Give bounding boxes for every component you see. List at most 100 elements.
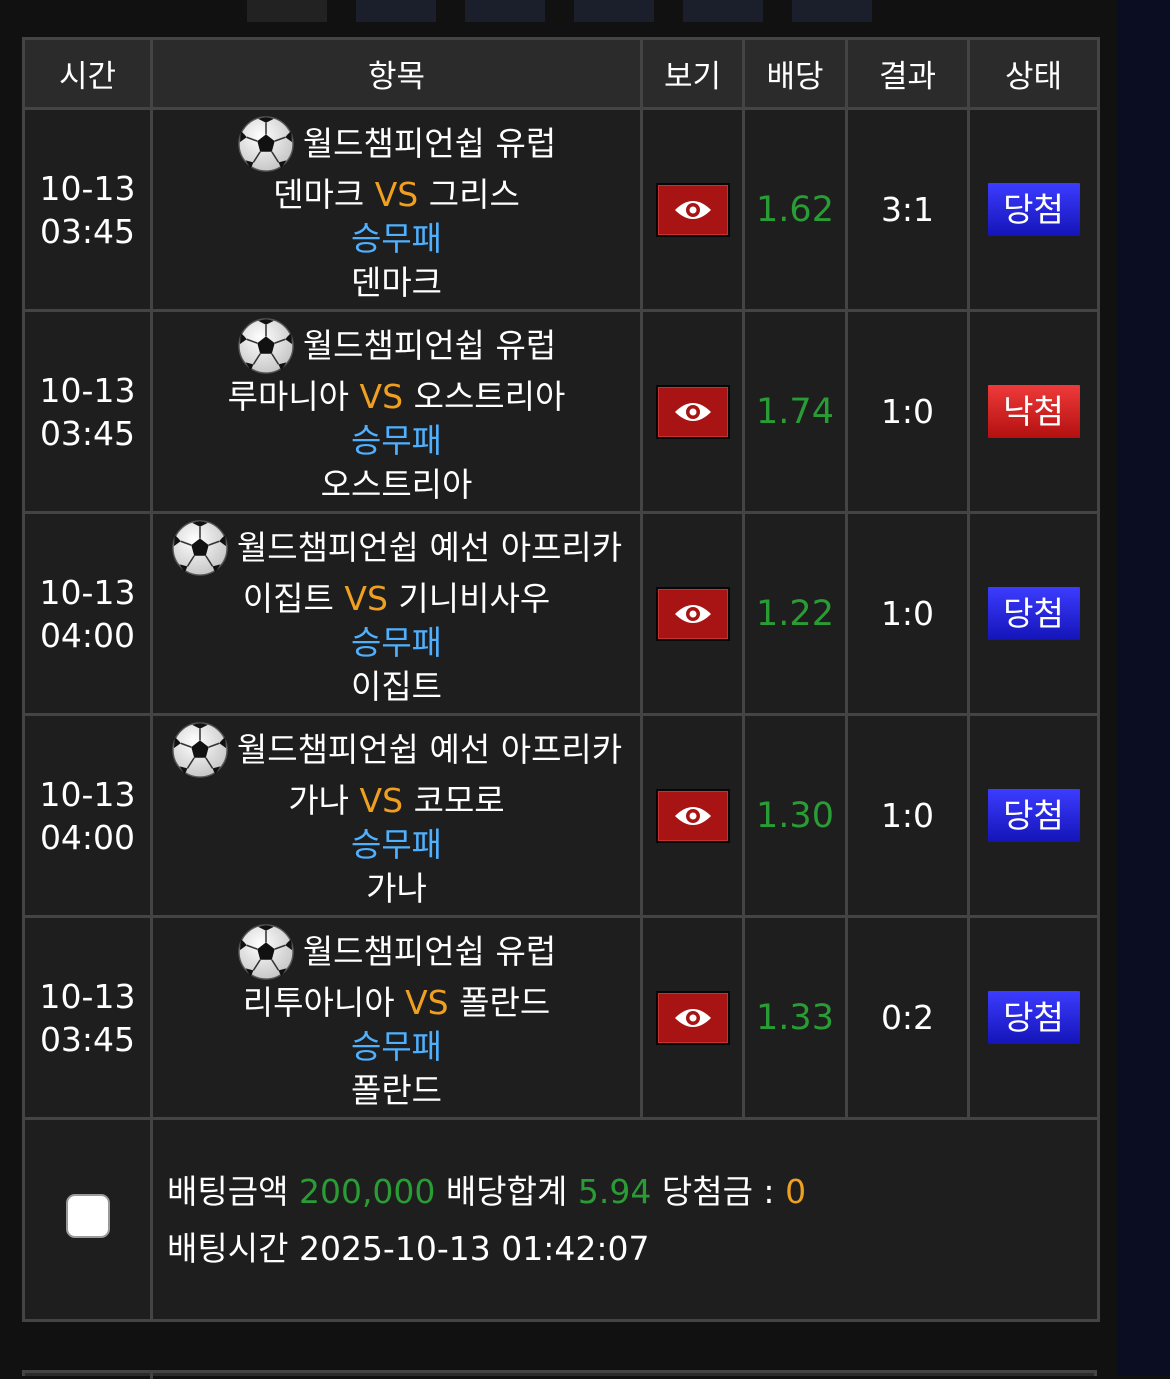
odds-value: 1.30: [756, 795, 834, 836]
match-result: 3:1: [880, 190, 935, 229]
vs-label: VS: [405, 982, 449, 1022]
view-button[interactable]: [655, 788, 730, 843]
selected-pick: 이집트: [350, 666, 443, 706]
market-type: 승무패: [350, 824, 443, 864]
home-team: 덴마크: [273, 174, 365, 214]
result-cell: 0:2: [845, 915, 970, 1120]
time-cell: 10-13 03:45: [22, 107, 153, 312]
away-team: 그리스: [428, 174, 520, 214]
bet-summary: 배팅금액 200,000 배당합계 5.94 당첨금 : 0 배팅시간 2025…: [150, 1117, 1100, 1322]
match-result: 1:0: [880, 392, 935, 431]
matchup: 루마니아 VS 오스트리아: [153, 375, 640, 419]
top-tab[interactable]: [683, 0, 763, 22]
result-cell: 1:0: [845, 309, 970, 514]
odds-value: 1.22: [756, 593, 834, 634]
select-cell: [22, 1117, 153, 1322]
bet-summary-row: 배팅금액 200,000 배당합계 5.94 당첨금 : 0 배팅시간 2025…: [22, 1117, 1100, 1322]
view-cell: [640, 713, 745, 918]
top-tab-bar: [0, 0, 1117, 22]
match-date: 10-13: [39, 572, 136, 612]
home-team: 이집트: [242, 578, 334, 618]
away-team: 기니비사우: [398, 578, 551, 618]
status-cell: 낙첨: [967, 309, 1100, 514]
league-line: 월드챔피언쉽 유럽: [153, 923, 640, 981]
view-cell: [640, 107, 745, 312]
view-cell: [640, 915, 745, 1120]
selected-pick: 오스트리아: [320, 464, 473, 504]
item-cell: 월드챔피언쉽 유럽 덴마크 VS 그리스 승무패 덴마크: [150, 107, 643, 312]
soccer-ball-icon: [237, 923, 295, 981]
top-tab[interactable]: [247, 0, 327, 22]
matchup: 리투아니아 VS 폴란드: [153, 981, 640, 1025]
item-cell: 월드챔피언쉽 유럽 리투아니아 VS 폴란드 승무패 폴란드: [150, 915, 643, 1120]
time-cell: 10-13 04:00: [22, 713, 153, 918]
vs-label: VS: [344, 578, 388, 618]
league-line: 월드챔피언쉽 예선 아프리카: [153, 721, 640, 779]
total-odds-label: 배당합계: [445, 1171, 568, 1211]
summary-line-time: 배팅시간 2025-10-13 01:42:07: [167, 1220, 1097, 1277]
league-line: 월드챔피언쉽 유럽: [153, 115, 640, 173]
league-line: 월드챔피언쉽 예선 아프리카: [153, 519, 640, 577]
match-date: 10-13: [39, 370, 136, 410]
away-team: 코모로: [413, 780, 505, 820]
view-button[interactable]: [655, 990, 730, 1045]
top-tab[interactable]: [792, 0, 872, 22]
status-badge: 낙첨: [987, 385, 1080, 438]
matchup: 이집트 VS 기니비사우: [153, 577, 640, 621]
eye-icon: [673, 400, 713, 424]
match-time: 03:45: [39, 211, 136, 251]
bet-row: 10-13 03:45 월드챔피언쉽 유럽 루마니아 VS 오스트리아 승무패 오스트리아…: [22, 309, 1100, 514]
result-cell: 3:1: [845, 107, 970, 312]
selected-pick: 폴란드: [350, 1070, 443, 1110]
market-type: 승무패: [350, 622, 443, 662]
match-time: 04:00: [39, 817, 136, 857]
win-amount-label: 당첨금 :: [661, 1171, 775, 1211]
top-tab[interactable]: [574, 0, 654, 22]
away-team: 폴란드: [459, 982, 551, 1022]
odds-value: 1.74: [756, 391, 834, 432]
status-badge: 당첨: [987, 789, 1080, 842]
time-cell: 10-13 04:00: [22, 511, 153, 716]
view-button[interactable]: [655, 182, 730, 237]
top-tab[interactable]: [465, 0, 545, 22]
status-cell: 당첨: [967, 107, 1100, 312]
bet-row: 10-13 03:45 월드챔피언쉽 유럽 덴마크 VS 그리스 승무패 덴마크 1.62 3…: [22, 107, 1100, 312]
bet-time-label: 배팅시간: [167, 1228, 289, 1268]
selected-pick: 덴마크: [350, 262, 443, 302]
soccer-ball-icon: [171, 519, 229, 577]
matchup: 가나 VS 코모로: [153, 779, 640, 823]
odds-cell: 1.22: [742, 511, 848, 716]
match-result: 1:0: [880, 796, 935, 835]
bet-row: 10-13 04:00 월드챔피언쉽 예선 아프리카 이집트 VS 기니비사우 승무패 이…: [22, 511, 1100, 716]
bet-row: 10-13 03:45 월드챔피언쉽 유럽 리투아니아 VS 폴란드 승무패 폴란드 1.3…: [22, 915, 1100, 1120]
odds-value: 1.33: [756, 997, 834, 1038]
select-checkbox[interactable]: [65, 1193, 110, 1238]
bet-amount-value: 200,000: [298, 1171, 436, 1211]
column-divider: [150, 1373, 153, 1379]
home-team: 가나: [288, 780, 350, 820]
result-cell: 1:0: [845, 511, 970, 716]
match-time: 03:45: [39, 1019, 136, 1059]
soccer-ball-icon: [237, 317, 295, 375]
status-cell: 당첨: [967, 511, 1100, 716]
home-team: 루마니아: [227, 376, 350, 416]
soccer-ball-icon: [237, 115, 295, 173]
status-badge: 당첨: [987, 183, 1080, 236]
view-button[interactable]: [655, 384, 730, 439]
market-type: 승무패: [350, 1026, 443, 1066]
vs-label: VS: [374, 174, 419, 214]
time-cell: 10-13 03:45: [22, 915, 153, 1120]
match-date: 10-13: [39, 168, 136, 208]
eye-icon: [673, 602, 713, 626]
eye-icon: [673, 804, 713, 828]
item-cell: 월드챔피언쉽 유럽 루마니아 VS 오스트리아 승무패 오스트리아: [150, 309, 643, 514]
view-button[interactable]: [655, 586, 730, 641]
right-edge-background: [1117, 0, 1170, 1376]
top-tab[interactable]: [356, 0, 436, 22]
status-badge: 당첨: [987, 587, 1080, 640]
header-status: 상태: [967, 37, 1100, 110]
summary-line-amounts: 배팅금액 200,000 배당합계 5.94 당첨금 : 0: [167, 1163, 1097, 1220]
win-amount-value: 0: [785, 1171, 807, 1211]
status-cell: 당첨: [967, 915, 1100, 1120]
league-name: 월드챔피언쉽 유럽: [302, 931, 557, 971]
